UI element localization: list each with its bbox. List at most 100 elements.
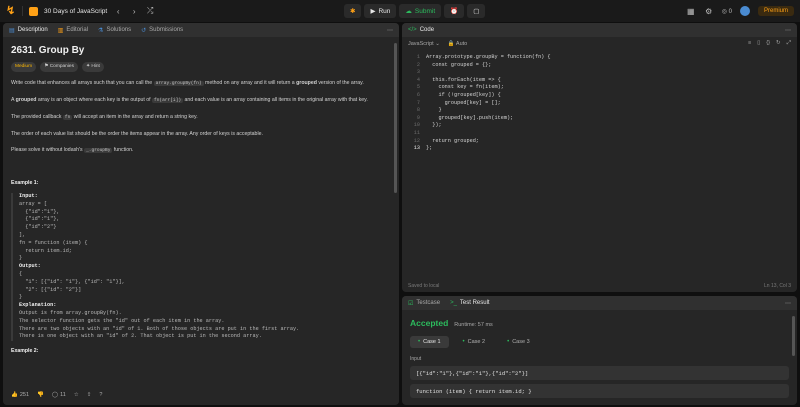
notes-button[interactable]: ▢ xyxy=(467,4,486,18)
code-line[interactable]: if (!grouped[key]) { xyxy=(426,92,551,100)
tab-test-result[interactable]: >_ Test Result xyxy=(450,300,490,306)
scrollbar[interactable] xyxy=(394,43,397,193)
line-number: 5 xyxy=(416,84,420,91)
code-line[interactable]: const key = fn(item); xyxy=(426,84,551,92)
submit-button[interactable]: ☁ Submit xyxy=(399,4,442,18)
text: and each value is an array containing al… xyxy=(183,97,368,103)
code-line[interactable]: return grouped; xyxy=(426,138,551,146)
tab-label: Testcase xyxy=(416,300,441,306)
shuffle-icon[interactable]: ⤮ xyxy=(145,6,155,16)
description-panel: ▤ Description ▥ Editorial ⚗ Solutions ↺ Subm… xyxy=(3,23,399,405)
input-array-value[interactable]: [{"id":"1"},{"id":"1"},{"id":"2"}] xyxy=(410,366,789,380)
notification-count: 0 xyxy=(728,8,732,15)
code-editor[interactable]: 1 2 3 4 5 6 7 8 9 10 11 12 13 Array.prototype.groupB… xyxy=(402,50,797,153)
comments-button[interactable]: ◯ 11 xyxy=(52,392,66,398)
bold-text: grouped xyxy=(296,80,317,86)
layout-icon[interactable]: ▦ xyxy=(686,7,696,16)
description-tabs: ▤ Description ▥ Editorial ⚗ Solutions ↺ Subm… xyxy=(3,23,399,37)
case-tab-3[interactable]: • Case 3 xyxy=(499,336,538,348)
code-line[interactable]: grouped[key].push(item); xyxy=(426,115,551,123)
code-line[interactable] xyxy=(426,130,551,138)
example-output: { "1": [{"id": "1"}, {"id": "1"}], "2": … xyxy=(19,270,125,301)
example-input-label: Input: xyxy=(19,193,38,199)
like-button[interactable]: 👍 251 xyxy=(11,392,29,398)
fullscreen-icon[interactable]: ⤢ xyxy=(787,40,791,47)
star-icon: ☆ xyxy=(73,392,79,398)
run-button[interactable]: ▶ Run xyxy=(364,4,397,18)
bug-icon: ✱ xyxy=(350,8,356,15)
result-status: Accepted Runtime: 57 ms xyxy=(410,318,789,328)
share-button[interactable]: ⇪ xyxy=(87,392,92,398)
reset-icon[interactable]: ↻ xyxy=(776,40,781,47)
panel-menu-icon[interactable]: ⋯ xyxy=(785,300,791,307)
hint-tag[interactable]: ✦ Hint xyxy=(81,62,104,72)
description-paragraph: Please solve it without lodash's _.group… xyxy=(11,146,391,155)
line-number: 9 xyxy=(416,114,420,121)
tag-label: Companies xyxy=(49,64,74,69)
example-input: array = [ {"id":"1"}, {"id":"1"}, {"id":… xyxy=(19,200,88,262)
code-line[interactable]: } xyxy=(426,107,551,115)
case-tab-1[interactable]: • Case 1 xyxy=(410,336,449,348)
tab-solutions[interactable]: ⚗ Solutions xyxy=(98,27,131,34)
problem-title[interactable]: 2631. Group By xyxy=(11,46,391,56)
tab-editorial[interactable]: ▥ Editorial xyxy=(58,27,88,34)
auto-mode[interactable]: 🔒 Auto xyxy=(448,41,467,47)
next-problem-icon[interactable]: › xyxy=(129,7,139,16)
case-tab-2[interactable]: • Case 2 xyxy=(455,336,494,348)
timer-button[interactable]: ⏰ xyxy=(444,4,465,18)
description-paragraph: A grouped array is an object where each … xyxy=(11,96,391,105)
help-button[interactable]: ? xyxy=(99,392,102,398)
example-title: Example 1: xyxy=(11,180,39,186)
code-line[interactable]: grouped[key] = []; xyxy=(426,100,551,108)
tab-testcase[interactable]: ☑ Testcase xyxy=(408,300,440,307)
test-result-body: Accepted Runtime: 57 ms • Case 1 • Case 2 … xyxy=(402,310,797,405)
code-line[interactable] xyxy=(426,69,551,77)
input-fn-value[interactable]: function (item) { return item.id; } xyxy=(410,384,789,398)
dislike-button[interactable]: 👎 xyxy=(37,392,44,398)
problem-list-title[interactable]: 30 Days of JavaScript xyxy=(44,8,107,15)
avatar[interactable] xyxy=(739,6,750,16)
line-number: 13 xyxy=(413,145,420,152)
input-label: Input xyxy=(410,356,422,362)
code-line[interactable]: }); xyxy=(426,122,551,130)
inline-code: array.groupBy(fn) xyxy=(153,81,204,86)
language-select[interactable]: JavaScript ⌄ xyxy=(408,41,440,47)
braces-icon[interactable]: {} xyxy=(766,40,770,47)
code-lines[interactable]: Array.prototype.groupBy = function(fn) {… xyxy=(426,54,551,153)
companies-tag[interactable]: ⚑ Companies xyxy=(40,62,78,72)
lock-icon: 🔒 xyxy=(447,40,456,47)
example-output-label: Output: xyxy=(19,263,41,270)
code-line[interactable]: this.forEach(item => { xyxy=(426,77,551,85)
scrollbar[interactable] xyxy=(792,316,795,356)
pass-dot-icon: • xyxy=(507,339,510,345)
inline-code: _.groupBy xyxy=(84,148,113,153)
line-number: 12 xyxy=(413,137,420,144)
bookmark-icon[interactable]: ▯ xyxy=(757,40,760,47)
code-line[interactable]: Array.prototype.groupBy = function(fn) { xyxy=(426,54,551,62)
tab-label: Solutions xyxy=(106,27,132,33)
code-line[interactable]: }; xyxy=(426,145,551,153)
line-number: 2 xyxy=(416,61,420,68)
prev-problem-icon[interactable]: ‹ xyxy=(113,7,123,16)
comment-count: 11 xyxy=(60,392,66,398)
tab-description[interactable]: ▤ Description xyxy=(9,27,48,34)
tab-submissions[interactable]: ↺ Submissions xyxy=(141,27,183,34)
test-tabs: ☑ Testcase >_ Test Result ⋯ xyxy=(402,296,797,310)
auto-label: Auto xyxy=(455,40,468,47)
format-icon[interactable]: ≡ xyxy=(748,40,751,47)
code-line[interactable]: const grouped = {}; xyxy=(426,62,551,70)
premium-button[interactable]: Premium xyxy=(757,6,794,16)
debug-button[interactable]: ✱ xyxy=(344,4,362,18)
tab-code[interactable]: </> Code xyxy=(408,27,434,33)
line-numbers: 1 2 3 4 5 6 7 8 9 10 11 12 13 xyxy=(402,54,426,153)
settings-icon[interactable]: ⚙ xyxy=(704,7,714,16)
panel-menu-icon[interactable]: ⋯ xyxy=(785,27,791,34)
panel-menu-icon[interactable]: ⋯ xyxy=(387,27,393,34)
example-title: Example 2: xyxy=(11,348,39,355)
leetcode-logo-icon[interactable]: ↯ xyxy=(6,5,16,17)
alarm-icon: ⏰ xyxy=(450,8,459,15)
notifications[interactable]: ◎ 0 xyxy=(722,8,732,15)
favorite-button[interactable]: ☆ xyxy=(74,392,79,398)
problem-description: 2631. Group By Medium ⚑ Companies ✦ Hint… xyxy=(3,37,399,389)
tab-label: Submissions xyxy=(149,27,184,33)
